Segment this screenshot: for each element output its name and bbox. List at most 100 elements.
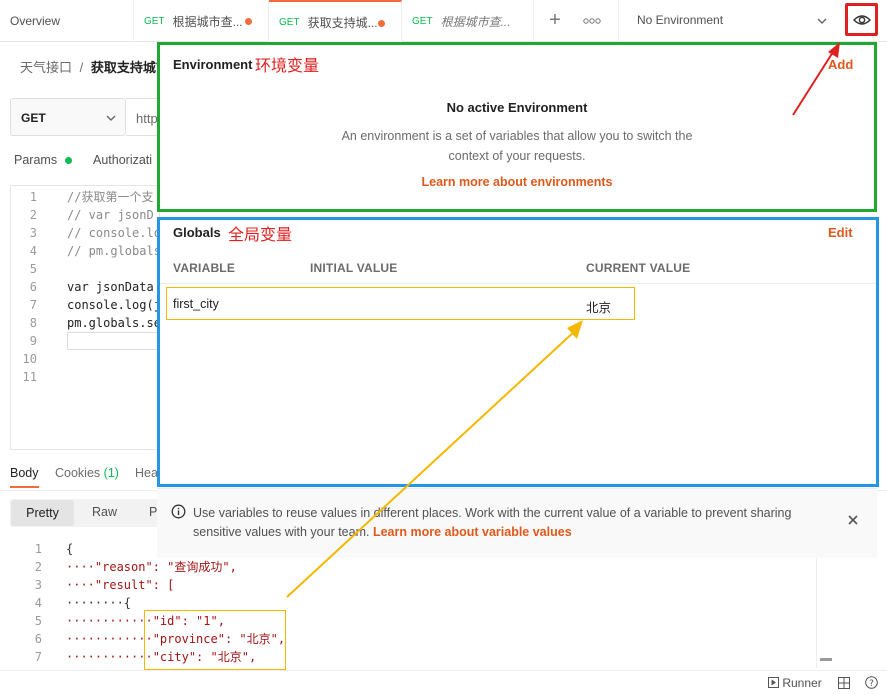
- more-tabs-icon[interactable]: [580, 11, 604, 31]
- tab-body[interactable]: Body: [10, 466, 39, 488]
- help-icon[interactable]: ?: [865, 676, 878, 689]
- learn-environments-link[interactable]: Learn more about environments: [421, 175, 612, 189]
- empty-state-desc-2: context of your requests.: [448, 149, 586, 163]
- globals-edit-button[interactable]: Edit: [828, 225, 853, 240]
- code-line: ····"result": [: [66, 578, 175, 592]
- tab-label: 根据城市查...: [172, 14, 243, 29]
- breadcrumb-parent[interactable]: 天气接口: [20, 60, 72, 75]
- code-line: // pm.globals: [67, 244, 159, 258]
- line-number: 10: [22, 352, 37, 366]
- globals-table-header: VARIABLE INITIAL VALUE CURRENT VALUE: [160, 250, 876, 284]
- cookies-count: (1): [103, 466, 119, 480]
- params-active-dot: [64, 157, 72, 164]
- runner-button[interactable]: Runner: [768, 676, 822, 690]
- line-number: 6: [29, 280, 37, 294]
- info-text-2: sensitive values with your team.: [193, 525, 370, 539]
- code-line: // console.lo: [67, 226, 159, 240]
- line-number: 5: [29, 262, 37, 276]
- tab-bar: Overview GET 根据城市查... GET 获取支持城... GET 根…: [0, 0, 887, 42]
- view-mode-bar: Pretty Raw P: [10, 499, 160, 527]
- method-select-value: GET: [21, 111, 46, 125]
- tab-method: GET: [412, 15, 433, 27]
- response-gutter: 1 2 3 4 5 6 7: [20, 540, 42, 666]
- method-select[interactable]: GET: [10, 98, 126, 136]
- tab-label: 根据城市查...: [440, 14, 511, 29]
- info-text-1: Use variables to reuse values in differe…: [193, 506, 792, 520]
- empty-state-title: No active Environment: [446, 100, 588, 115]
- tab-label: 获取支持城...: [307, 15, 378, 30]
- column-initial-value: INITIAL VALUE: [310, 261, 398, 275]
- tab-authorization[interactable]: Authorizati: [93, 153, 152, 167]
- tab-request-2[interactable]: GET 获取支持城...: [269, 0, 402, 42]
- new-tab-plus-icon[interactable]: +: [543, 10, 567, 32]
- code-line: pm.globals.se: [67, 316, 159, 330]
- table-row: first_city 北京: [166, 287, 635, 320]
- environment-selector-label: No Environment: [637, 13, 724, 27]
- scrollbar-thumb[interactable]: [820, 658, 832, 661]
- environment-annotation: 环境变量: [255, 58, 320, 75]
- row-variable: first_city: [173, 297, 219, 311]
- chevron-down-icon: [817, 18, 827, 24]
- url-input-value: http: [136, 111, 158, 126]
- unsaved-dot: [245, 18, 252, 25]
- tab-method: GET: [144, 15, 165, 27]
- close-icon[interactable]: [847, 514, 859, 526]
- line-number: 3: [29, 226, 37, 240]
- chevron-down-icon: [106, 115, 116, 121]
- line-number: 11: [22, 370, 37, 384]
- environment-add-button[interactable]: Add: [828, 57, 853, 72]
- tab-overview-label: Overview: [10, 14, 61, 28]
- globals-panel: Globals 全局变量 Edit VARIABLE INITIAL VALUE…: [157, 217, 879, 487]
- column-current-value: CURRENT VALUE: [586, 261, 691, 275]
- runner-label: Runner: [782, 676, 822, 690]
- tab-request-1[interactable]: GET 根据城市查...: [134, 0, 269, 42]
- breadcrumb: 天气接口 / 获取支持城市: [20, 57, 169, 76]
- column-variable: VARIABLE: [173, 261, 236, 275]
- tab-headers[interactable]: Hea: [135, 466, 158, 480]
- line-number: 1: [34, 542, 42, 556]
- environment-panel: Environment 环境变量 Add No active Environme…: [157, 42, 877, 212]
- info-text: Use variables to reuse values in differe…: [193, 504, 833, 542]
- line-number: 2: [34, 560, 42, 574]
- environment-title: Environment: [173, 57, 253, 72]
- script-code: //获取第一个支 // var jsonD // console.lo // p…: [67, 188, 159, 350]
- line-number: 5: [34, 614, 42, 628]
- status-bar: Runner ?: [0, 670, 887, 695]
- globals-title: Globals: [173, 225, 221, 240]
- tab-params-label: Params: [14, 153, 58, 167]
- info-icon: [171, 504, 186, 519]
- breadcrumb-separator: /: [79, 60, 84, 75]
- line-number: 2: [29, 208, 37, 222]
- code-line-cursor: [67, 332, 159, 350]
- code-line: console.log(j: [67, 298, 159, 312]
- scrollbar[interactable]: [816, 558, 836, 668]
- view-raw[interactable]: Raw: [92, 505, 117, 519]
- tab-method: GET: [279, 16, 300, 28]
- script-editor[interactable]: 1 2 3 4 5 6 7 8 9 10 11 //获取第一个支 // var …: [10, 185, 160, 450]
- line-number: 4: [29, 244, 37, 258]
- tab-cookies[interactable]: Cookies (1): [55, 466, 119, 480]
- code-line: //获取第一个支: [67, 190, 154, 204]
- line-number: 9: [29, 334, 37, 348]
- layout-toggle-icon[interactable]: [838, 677, 850, 689]
- play-icon: [768, 677, 779, 688]
- line-number: 8: [29, 316, 37, 330]
- tab-overview[interactable]: Overview: [0, 0, 134, 42]
- highlight-box-response: [144, 610, 286, 670]
- row-current-value: 北京: [586, 301, 612, 315]
- environment-quick-look-button[interactable]: [845, 3, 878, 36]
- environment-selector[interactable]: No Environment: [618, 0, 840, 42]
- line-number: 6: [34, 632, 42, 646]
- line-number: 7: [29, 298, 37, 312]
- view-pretty[interactable]: Pretty: [11, 500, 74, 526]
- learn-variables-link[interactable]: Learn more about variable values: [373, 525, 572, 539]
- globals-annotation: 全局变量: [228, 227, 293, 244]
- svg-text:?: ?: [869, 679, 874, 689]
- line-number: 7: [34, 650, 42, 664]
- eye-icon: [853, 15, 871, 25]
- tab-params[interactable]: Params: [14, 153, 72, 167]
- line-number: 3: [34, 578, 42, 592]
- tab-request-3[interactable]: GET 根据城市查...: [402, 0, 534, 42]
- empty-state-desc-1: An environment is a set of variables tha…: [341, 129, 693, 143]
